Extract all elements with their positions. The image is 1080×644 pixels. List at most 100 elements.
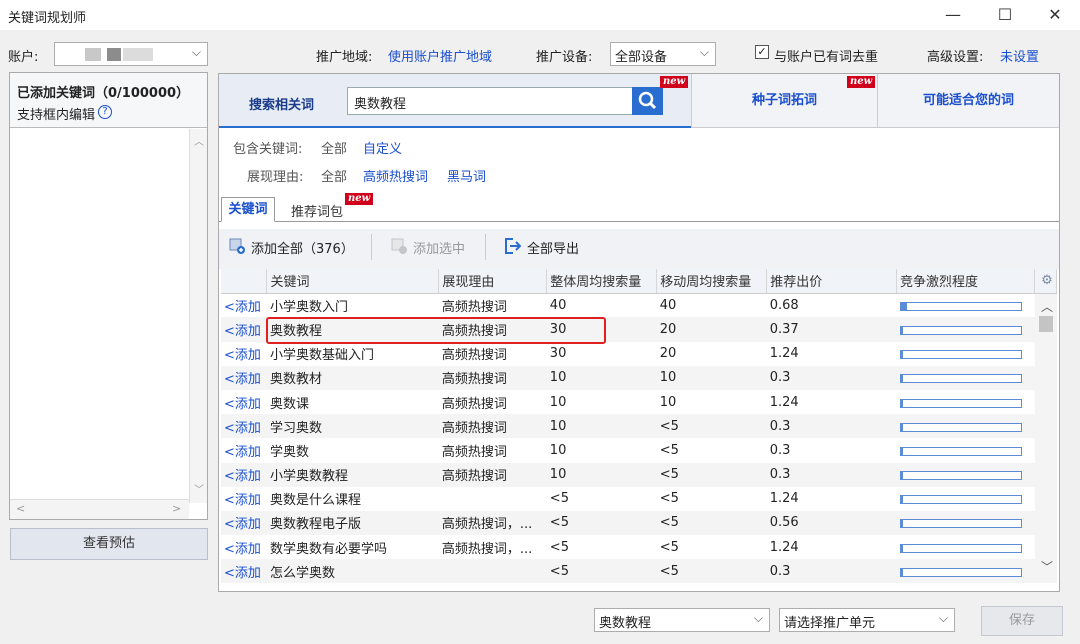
competition-cell: [897, 487, 1035, 511]
device-select[interactable]: 全部设备 ⌵: [610, 42, 716, 66]
col-header-reason[interactable]: 展现理由: [438, 269, 548, 294]
add-link[interactable]: <添加: [221, 293, 267, 317]
maximize-button[interactable]: ☐: [982, 2, 1028, 28]
dedupe-checkbox[interactable]: ✓: [755, 45, 769, 59]
tab-recommended-packs[interactable]: 推荐词包: [291, 201, 343, 220]
gear-icon[interactable]: ⚙: [1034, 269, 1058, 294]
competition-bar: [899, 519, 1022, 529]
table-row[interactable]: <添加 小学奥数入门 高频热搜词 40 40 0.68: [221, 293, 1057, 317]
chevron-left-icon[interactable]: <: [16, 502, 25, 515]
table-row[interactable]: <添加 数学奥数有必要学吗 高频热搜词，... <5 <5 1.24: [221, 535, 1057, 559]
reason-filter-all[interactable]: 全部: [321, 166, 347, 185]
reason-filter-hot[interactable]: 高频热搜词: [363, 166, 428, 185]
bid-cell: 1.24: [769, 394, 799, 410]
add-link[interactable]: <添加: [221, 535, 267, 559]
table-row[interactable]: <添加 奥数教程电子版 高频热搜词，... <5 <5 0.56: [221, 510, 1057, 536]
add-all-button[interactable]: 添加全部（376）: [251, 238, 354, 257]
add-link[interactable]: <添加: [221, 342, 267, 366]
competition-bar: [899, 567, 1022, 577]
include-filter-all[interactable]: 全部: [321, 138, 347, 157]
overall-search-cell: 10: [546, 365, 657, 390]
advanced-link[interactable]: 未设置: [1000, 46, 1039, 65]
col-header-overall-search[interactable]: 整体周均搜索量: [546, 269, 658, 294]
col-header-competition[interactable]: 竞争激烈程度: [896, 269, 1035, 294]
tab-keywords[interactable]: 关键词: [221, 197, 275, 222]
chevron-down-icon: ⌵: [699, 45, 709, 59]
search-tab[interactable]: 搜索相关词 奥数教程 new: [219, 74, 691, 128]
added-keywords-textarea[interactable]: [10, 129, 207, 487]
add-link[interactable]: <添加: [221, 438, 267, 462]
add-selected-button[interactable]: 添加选中: [413, 238, 465, 257]
table-row[interactable]: <添加 小学奥数基础入门 高频热搜词 30 20 1.24: [221, 342, 1057, 366]
competition-cell: [897, 535, 1035, 559]
table-scrollbar[interactable]: ︿ ﹀: [1035, 294, 1057, 580]
export-icon: [503, 237, 522, 255]
add-link[interactable]: <添加: [221, 390, 267, 414]
region-link[interactable]: 使用账户推广地域: [388, 46, 492, 65]
account-select[interactable]: ⌵: [54, 42, 208, 66]
add-link[interactable]: <添加: [221, 365, 267, 390]
table-row[interactable]: <添加 奥数课 高频热搜词 10 10 1.24: [221, 390, 1057, 414]
bid-cell: 0.3: [769, 442, 791, 458]
table-row[interactable]: <添加 小学奥数教程 高频热搜词 10 <5 0.3: [221, 462, 1057, 487]
unit-select[interactable]: 请选择推广单元 ⌵: [779, 608, 955, 632]
tab-suggested-keywords[interactable]: 可能适合您的词: [877, 74, 1059, 128]
table-row[interactable]: <添加 学奥数 高频热搜词 10 <5 0.3: [221, 438, 1057, 462]
table-row[interactable]: <添加 奥数教材 高频热搜词 10 10 0.3: [221, 365, 1057, 390]
competition-cell: [897, 342, 1035, 366]
save-button[interactable]: 保存: [981, 606, 1063, 636]
col-header-action: [221, 269, 268, 294]
new-badge: new: [847, 76, 876, 88]
keyword-cell: 奥数课: [269, 396, 309, 412]
table-row[interactable]: <添加 怎么学奥数 <5 <5 0.3: [221, 559, 1057, 584]
competition-cell: [897, 390, 1035, 414]
add-link[interactable]: <添加: [221, 487, 267, 511]
chevron-down-icon[interactable]: ﹀: [1041, 558, 1053, 575]
mobile-search-cell: <5: [659, 539, 679, 555]
toolbar-separator: [485, 234, 486, 260]
reason-filter-dark[interactable]: 黑马词: [447, 166, 486, 185]
account-label: 账户:: [8, 50, 39, 65]
table-row[interactable]: <添加 奥数是什么课程 <5 <5 1.24: [221, 487, 1057, 511]
include-filter-custom[interactable]: 自定义: [363, 138, 402, 157]
bid-cell: 0.56: [766, 510, 897, 536]
scrollbar-thumb[interactable]: [1039, 316, 1053, 332]
vertical-scrollbar[interactable]: ︿ ﹀: [189, 129, 207, 503]
mobile-search-cell: <5: [656, 510, 767, 536]
add-link[interactable]: <添加: [221, 559, 267, 584]
col-header-keyword[interactable]: 关键词: [266, 269, 440, 294]
plan-select[interactable]: 奥数教程 ⌵: [594, 608, 770, 632]
dedupe-label: 与账户已有词去重: [774, 50, 879, 65]
add-link[interactable]: <添加: [221, 317, 267, 342]
bid-cell: 0.68: [769, 298, 799, 314]
close-button[interactable]: ✕: [1032, 2, 1078, 28]
reason-cell: 高频热搜词: [441, 396, 507, 412]
export-all-button[interactable]: 全部导出: [527, 238, 579, 257]
table-row[interactable]: <添加 学习奥数 高频热搜词 10 <5 0.3: [221, 414, 1057, 439]
help-icon[interactable]: ?: [98, 105, 112, 119]
overall-search-cell: 30: [549, 346, 567, 362]
search-button[interactable]: [632, 87, 663, 115]
add-link[interactable]: <添加: [221, 414, 267, 439]
chevron-right-icon[interactable]: >: [172, 502, 181, 515]
col-header-bid[interactable]: 推荐出价: [766, 269, 897, 294]
bid-cell: 0.3: [766, 559, 897, 584]
add-link[interactable]: <添加: [221, 462, 267, 487]
mobile-search-cell: 20: [659, 346, 677, 362]
horizontal-scrollbar[interactable]: < >: [10, 499, 189, 519]
competition-bar-fill: [900, 303, 907, 311]
chevron-up-icon[interactable]: ︿: [1041, 298, 1053, 315]
preview-button[interactable]: 查看预估: [10, 528, 208, 560]
bid-cell: 0.3: [766, 462, 897, 487]
chevron-up-icon[interactable]: ︿: [194, 133, 204, 148]
device-label: 推广设备:: [536, 50, 593, 65]
competition-bar-fill: [900, 423, 903, 431]
chevron-down-icon[interactable]: ﹀: [194, 481, 204, 496]
row-highlight: [266, 317, 606, 344]
col-header-mobile-search[interactable]: 移动周均搜索量: [656, 269, 768, 294]
minimize-button[interactable]: —: [930, 2, 976, 28]
reason-cell: 高频热搜词: [438, 414, 547, 439]
device-select-value: 全部设备: [615, 50, 668, 65]
search-input[interactable]: 奥数教程: [347, 87, 663, 115]
add-link[interactable]: <添加: [221, 510, 267, 536]
